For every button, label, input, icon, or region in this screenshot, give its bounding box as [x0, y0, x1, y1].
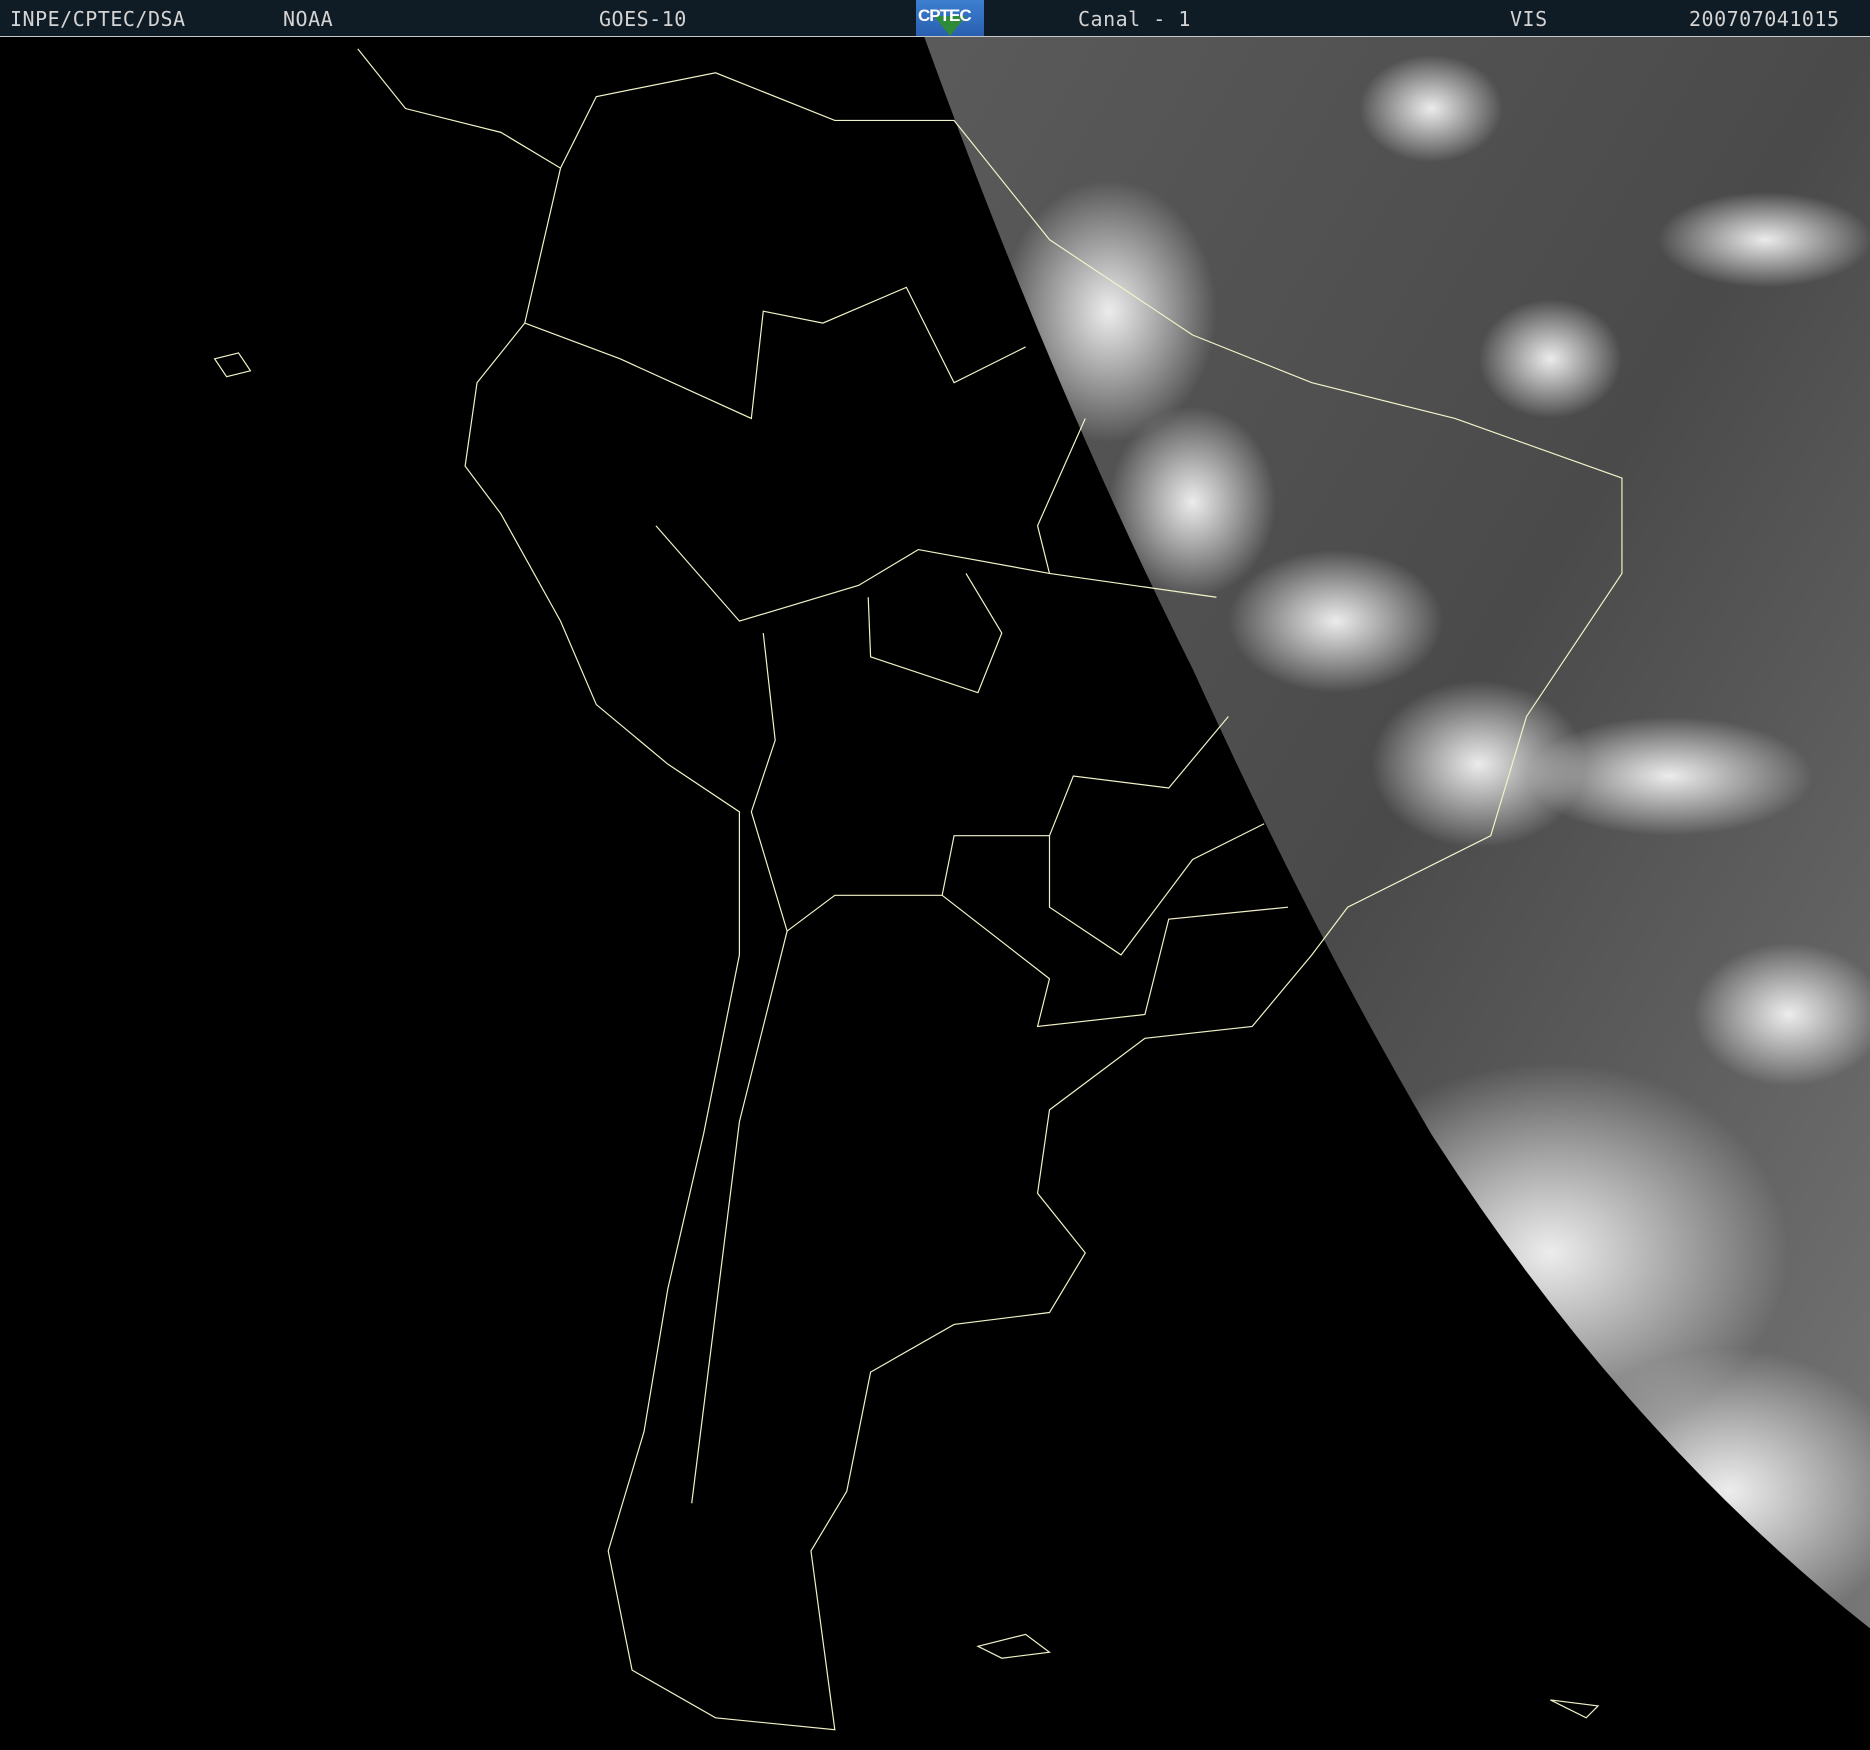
- agency-label: INPE/CPTEC/DSA: [10, 7, 186, 31]
- timestamp-label: 200707041015: [1689, 7, 1840, 31]
- cptec-logo: CPTEC: [916, 0, 984, 36]
- image-header: INPE/CPTEC/DSA NOAA GOES-10 CPTEC Canal …: [0, 0, 1870, 37]
- band-label: VIS: [1510, 7, 1548, 31]
- satellite-label: GOES-10: [599, 7, 687, 31]
- source-label: NOAA: [283, 7, 334, 31]
- logo-text: CPTEC: [918, 6, 972, 25]
- satellite-image: [0, 37, 1870, 1750]
- channel-label: Canal - 1: [1078, 7, 1191, 31]
